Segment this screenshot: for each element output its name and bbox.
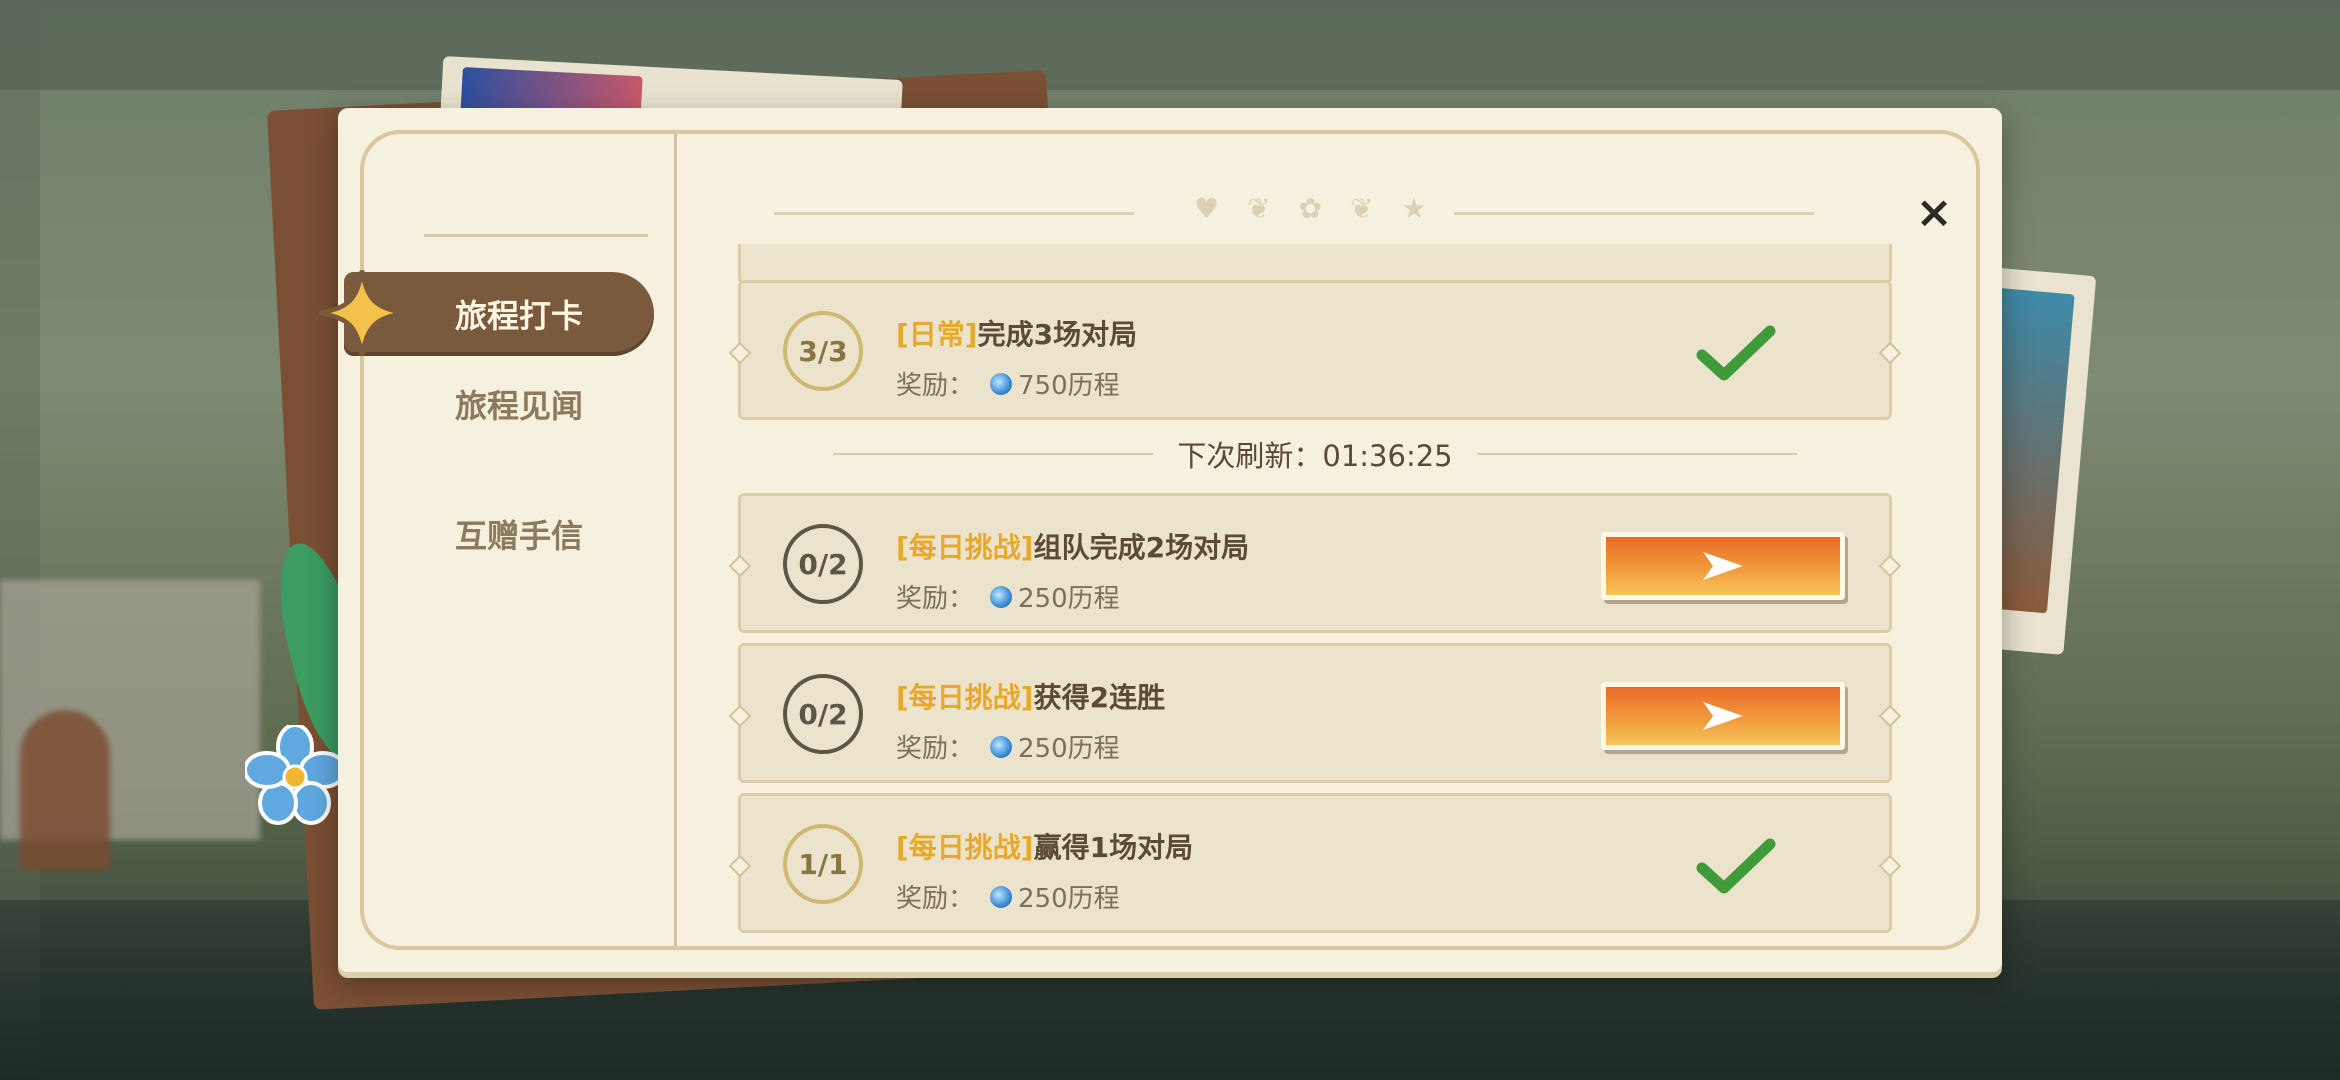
sidebar-item-journey-notes[interactable]: 旅程见闻 [364, 364, 674, 444]
reward-label: 奖励： [896, 884, 975, 914]
task-reward: 奖励： 250历程 [896, 878, 1120, 915]
reward-value: 250历程 [1018, 584, 1120, 614]
task-progress: 0/2 [783, 674, 863, 754]
divider [1476, 453, 1797, 455]
row-ornament [1878, 704, 1902, 728]
sidebar-item-label: 互赠手信 [454, 517, 583, 555]
sprout-icon: ❦ [1247, 192, 1271, 225]
task-reward: 奖励： 250历程 [896, 728, 1120, 765]
task-title: [每日挑战]获得2连胜 [896, 676, 1165, 716]
journey-point-icon [990, 885, 1013, 908]
sidebar-item-label: 旅程打卡 [454, 297, 583, 335]
task-progress: 1/1 [783, 824, 863, 904]
row-ornament [728, 554, 752, 578]
go-button[interactable] [1601, 682, 1845, 750]
task-name: 组队完成2场对局 [1033, 531, 1250, 564]
task-tag: [每日挑战] [896, 531, 1034, 564]
sprout-icon: ❦ [1350, 192, 1374, 225]
journey-point-icon [990, 735, 1013, 758]
row-ornament [1878, 554, 1902, 578]
journey-point-icon [990, 372, 1013, 395]
reward-value: 750历程 [1018, 371, 1120, 401]
reward-value: 250历程 [1018, 884, 1120, 914]
checkmark-icon [1696, 325, 1776, 381]
flower-decoration [245, 725, 345, 825]
row-ornament [728, 704, 752, 728]
reward-value: 250历程 [1018, 734, 1120, 764]
close-button[interactable]: × [1911, 186, 1957, 238]
task-name: 完成3场对局 [977, 318, 1138, 351]
task-reward: 奖励： 250历程 [896, 578, 1120, 615]
background-top-bar [0, 0, 2340, 90]
task-title: [每日挑战]组队完成2场对局 [896, 526, 1249, 566]
arrow-right-icon [1703, 702, 1743, 730]
sidebar-item-gift-exchange[interactable]: 互赠手信 [364, 494, 674, 574]
paw-icon: ✿ [1298, 192, 1323, 225]
row-ornament [1878, 341, 1902, 365]
task-title: [日常]完成3场对局 [896, 313, 1137, 353]
task-tag: [日常] [896, 318, 978, 351]
sidebar: 旅程打卡 旅程见闻 互赠手信 [319, 134, 677, 946]
go-button[interactable] [1601, 532, 1845, 600]
journey-point-icon [990, 585, 1013, 608]
task-progress: 0/2 [783, 524, 863, 604]
heart-icon: ♥ [1194, 192, 1220, 225]
refresh-label: 下次刷新：01:36:25 [1177, 439, 1453, 473]
reward-label: 奖励： [896, 371, 975, 401]
panel-frame: 旅程打卡 旅程见闻 互赠手信 ♥ ❦ ✿ ❦ ★ × 3/3 [日常]完成3场对… [319, 130, 1980, 950]
reward-label: 奖励： [896, 584, 975, 614]
divider [833, 453, 1154, 455]
task-progress: 3/3 [783, 311, 863, 391]
row-ornament [728, 854, 752, 878]
checkmark-icon [1696, 838, 1776, 894]
task-row: 0/2 [每日挑战]组队完成2场对局 奖励： 250历程 [728, 493, 1902, 633]
task-tag: [每日挑战] [896, 831, 1034, 864]
background-door [20, 710, 110, 870]
ornament-line-right [1454, 212, 1814, 215]
sidebar-item-label: 旅程见闻 [454, 387, 583, 425]
task-tag: [每日挑战] [896, 681, 1034, 714]
sparkle-icon [319, 270, 405, 356]
journey-panel: 旅程打卡 旅程见闻 互赠手信 ♥ ❦ ✿ ❦ ★ × 3/3 [日常]完成3场对… [319, 108, 2002, 972]
task-row: 3/3 [日常]完成3场对局 奖励： 750历程 [728, 280, 1902, 420]
task-row: 0/2 [每日挑战]获得2连胜 奖励： 250历程 [728, 643, 1902, 783]
ornament-icons: ♥ ❦ ✿ ❦ ★ [1194, 192, 1427, 225]
refresh-timer: 下次刷新：01:36:25 [738, 434, 1892, 474]
close-icon: × [1915, 186, 1953, 238]
arrow-right-icon [1703, 552, 1743, 580]
row-ornament [1878, 854, 1902, 878]
task-title: [每日挑战]赢得1场对局 [896, 826, 1193, 866]
sidebar-divider [424, 234, 648, 237]
row-ornament [728, 341, 752, 365]
task-reward: 奖励： 750历程 [896, 365, 1120, 402]
task-row: 1/1 [每日挑战]赢得1场对局 奖励： 250历程 [728, 793, 1902, 933]
task-name: 赢得1场对局 [1033, 831, 1194, 864]
reward-label: 奖励： [896, 734, 975, 764]
star-icon: ★ [1401, 192, 1427, 225]
list-item-partial [738, 244, 1892, 284]
ornament-line-left [774, 212, 1134, 215]
task-name: 获得2连胜 [1033, 681, 1166, 714]
